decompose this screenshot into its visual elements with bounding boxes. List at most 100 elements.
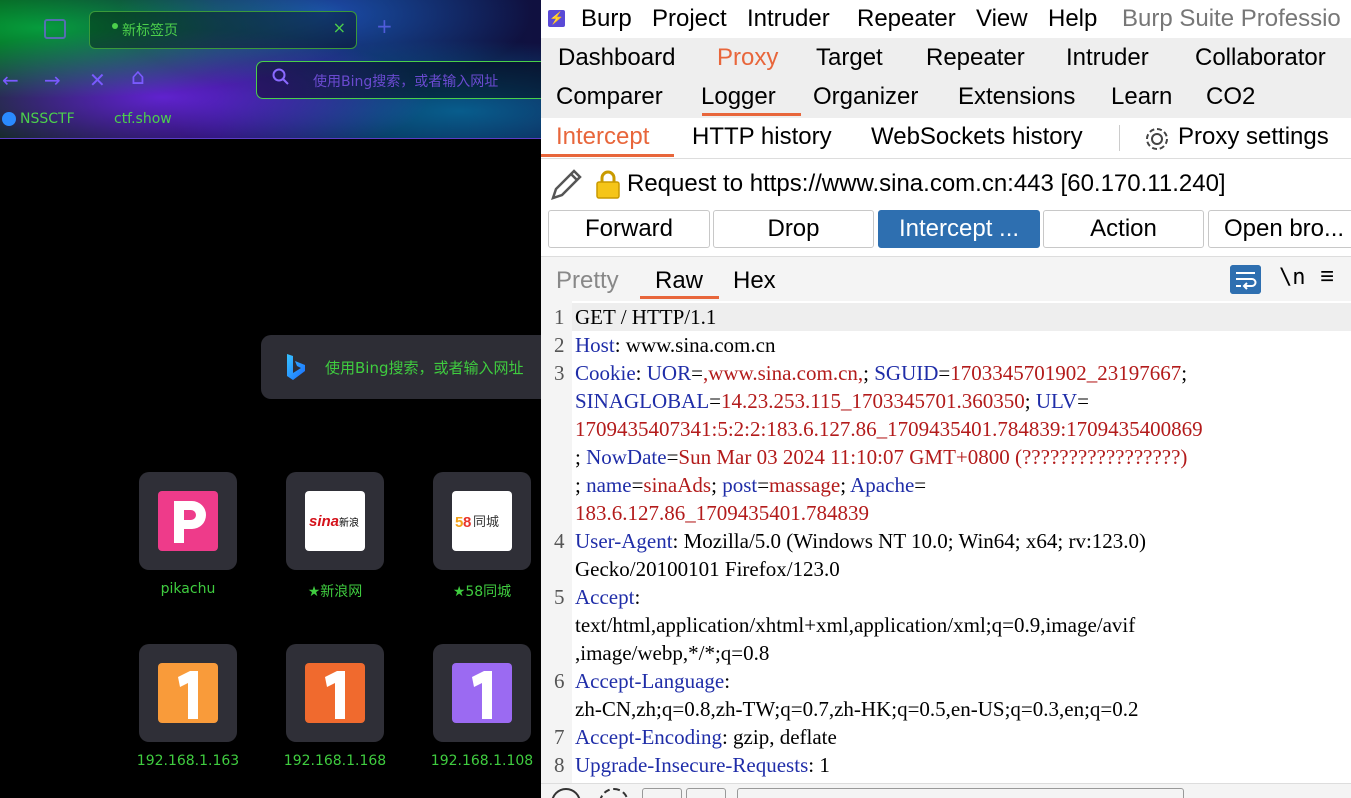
- settings-icon[interactable]: [599, 788, 629, 798]
- tab-organizer[interactable]: Organizer: [813, 83, 918, 111]
- shortcut-tile-192-168-1-108[interactable]: [433, 644, 531, 742]
- shortcut-tile-sina[interactable]: sina 新浪: [286, 472, 384, 570]
- shortcut-tile-58[interactable]: 5 8 同城: [433, 472, 531, 570]
- bookmark-nssctf[interactable]: NSSCTF: [20, 111, 75, 127]
- tab-target[interactable]: Target: [816, 44, 883, 72]
- shortcut-tile-pikachu[interactable]: [139, 472, 237, 570]
- line-number: 5: [554, 585, 565, 609]
- active-view-indicator: [640, 296, 719, 299]
- forward-button[interactable]: Forward: [548, 210, 710, 248]
- header-name: Apache: [850, 473, 915, 497]
- svg-text:同城: 同城: [473, 515, 499, 530]
- open-browser-button[interactable]: Open bro...: [1208, 210, 1351, 248]
- tab-dashboard[interactable]: Dashboard: [558, 44, 675, 72]
- request-line[interactable]: GET / HTTP/1.1: [575, 303, 716, 331]
- tab-title: 新标签页: [122, 23, 178, 39]
- number-one-icon: [452, 663, 512, 723]
- action-button[interactable]: Action: [1043, 210, 1204, 248]
- menu-help[interactable]: Help: [1048, 5, 1097, 33]
- request-line[interactable]: Host: www.sina.com.cn: [575, 331, 775, 359]
- header-name: post: [722, 473, 758, 497]
- subtab-websockets-history[interactable]: WebSockets history: [871, 123, 1083, 151]
- menu-icon[interactable]: ≡: [1320, 263, 1334, 291]
- intercept-toggle-button[interactable]: Intercept ...: [878, 210, 1040, 248]
- request-editor[interactable]: GET / HTTP/1.1 Host: www.sina.com.cn Cooki…: [541, 301, 1351, 783]
- subtab-http-history[interactable]: HTTP history: [692, 123, 832, 151]
- header-name: ULV: [1035, 389, 1078, 413]
- view-tab-pretty[interactable]: Pretty: [556, 267, 619, 295]
- shortcut-tile-192-168-1-168[interactable]: [286, 644, 384, 742]
- new-tab-button[interactable]: +: [376, 14, 393, 38]
- lock-icon: [596, 170, 620, 199]
- menu-intruder[interactable]: Intruder: [747, 5, 830, 33]
- svg-text:sina: sina: [309, 513, 339, 530]
- tile-label: 192.168.1.168: [283, 753, 387, 769]
- menu-view[interactable]: View: [976, 5, 1028, 33]
- tab-learn[interactable]: Learn: [1111, 83, 1172, 111]
- shortcut-tile-192-168-1-163[interactable]: [139, 644, 237, 742]
- request-line[interactable]: Cookie: UOR=,www.sina.com.cn,; SGUID=170…: [575, 359, 1187, 387]
- address-bar[interactable]: 使用Bing搜索，或者输入网址: [256, 61, 541, 99]
- request-line[interactable]: text/html,application/xhtml+xml,applicat…: [575, 611, 1135, 639]
- menu-project[interactable]: Project: [652, 5, 727, 33]
- drop-button[interactable]: Drop: [713, 210, 874, 248]
- tab-repeater[interactable]: Repeater: [926, 44, 1025, 72]
- menu-repeater[interactable]: Repeater: [857, 5, 956, 33]
- subtab-intercept[interactable]: Intercept: [556, 123, 649, 151]
- next-match-button[interactable]: [686, 788, 726, 798]
- tab-close-icon[interactable]: ×: [333, 18, 346, 37]
- show-newlines-toggle[interactable]: \n: [1279, 265, 1306, 290]
- toolbar-divider: [0, 138, 541, 139]
- plain-text: =: [709, 389, 722, 413]
- home-button[interactable]: ⌂: [131, 65, 145, 90]
- request-line[interactable]: 183.6.127.86_1709435401.784839: [575, 499, 869, 527]
- help-icon[interactable]: [551, 788, 581, 798]
- request-line[interactable]: Accept-Encoding: gzip, deflate: [575, 723, 837, 751]
- bookmark-ctfshow[interactable]: ctf.show: [114, 111, 172, 127]
- previous-match-button[interactable]: [642, 788, 682, 798]
- tab-proxy[interactable]: Proxy: [717, 44, 778, 72]
- word-wrap-icon[interactable]: [1230, 265, 1261, 294]
- request-line[interactable]: ; name=sinaAds; post=massage; Apache=: [575, 471, 926, 499]
- request-line[interactable]: SINAGLOBAL=14.23.253.115_1703345701.3603…: [575, 387, 1089, 415]
- request-line[interactable]: Gecko/20100101 Firefox/123.0: [575, 555, 840, 583]
- window-title: Burp Suite Professio: [1122, 5, 1341, 32]
- view-tab-hex[interactable]: Hex: [733, 267, 776, 295]
- bing-search-box[interactable]: 使用Bing搜索，或者输入网址: [261, 335, 541, 399]
- request-line[interactable]: Accept:: [575, 583, 640, 611]
- tab-collaborator[interactable]: Collaborator: [1195, 44, 1326, 72]
- request-line[interactable]: zh-CN,zh;q=0.8,zh-TW;q=0.7,zh-HK;q=0.5,e…: [575, 695, 1139, 723]
- request-line[interactable]: Accept-Language:: [575, 667, 730, 695]
- active-subtab-indicator: [541, 154, 674, 157]
- back-button[interactable]: ←: [2, 68, 19, 92]
- bookmarks-bar: NSSCTF ctf.show: [0, 108, 541, 134]
- proxy-settings-button[interactable]: Proxy settings: [1178, 123, 1329, 151]
- bing-logo-icon: [287, 354, 305, 380]
- plain-text: :: [635, 361, 647, 385]
- header-name: User-Agent: [575, 529, 673, 553]
- tab-actions-icon[interactable]: [44, 19, 66, 39]
- cookie-value: ,www.sina.com.cn,: [702, 361, 864, 385]
- request-line[interactable]: ; NowDate=Sun Mar 03 2024 11:10:07 GMT+0…: [575, 443, 1187, 471]
- browser-tab-new-tab[interactable]: 新标签页 ×: [89, 11, 357, 49]
- view-tab-raw[interactable]: Raw: [655, 267, 703, 295]
- tab-comparer[interactable]: Comparer: [556, 83, 663, 111]
- menu-burp[interactable]: Burp: [581, 5, 632, 33]
- request-line[interactable]: User-Agent: Mozilla/5.0 (Windows NT 10.0…: [575, 527, 1146, 555]
- pencil-icon[interactable]: [548, 165, 586, 203]
- tab-co2[interactable]: CO2: [1206, 83, 1255, 111]
- editor-search-bar: [541, 783, 1351, 798]
- request-line[interactable]: ,image/webp,*/*;q=0.8: [575, 639, 769, 667]
- plain-text: ;: [575, 473, 587, 497]
- stop-button[interactable]: ✕: [89, 68, 106, 92]
- forward-button[interactable]: →: [44, 68, 61, 92]
- request-line[interactable]: 1709435407341:5:2:2:183.6.127.86_1709435…: [575, 415, 1203, 443]
- cookie-value: sinaAds: [643, 473, 712, 497]
- tab-intruder[interactable]: Intruder: [1066, 44, 1149, 72]
- gear-icon[interactable]: [1141, 123, 1173, 155]
- search-input[interactable]: [737, 788, 1184, 798]
- tab-extensions[interactable]: Extensions: [958, 83, 1075, 111]
- tab-logger[interactable]: Logger: [701, 83, 776, 111]
- request-line[interactable]: Upgrade-Insecure-Requests: 1: [575, 751, 830, 779]
- header-name: NowDate: [586, 445, 667, 469]
